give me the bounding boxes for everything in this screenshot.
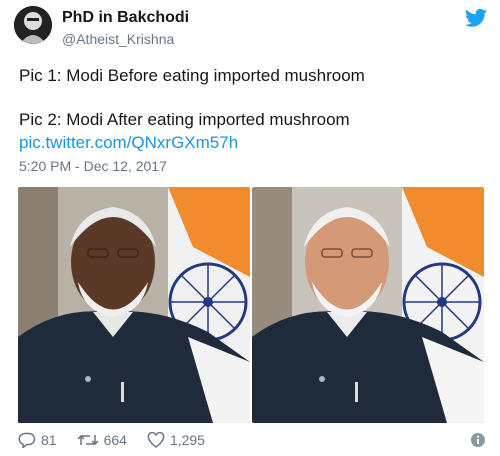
reply-icon	[18, 432, 36, 448]
like-count: 1,295	[169, 432, 205, 448]
retweet-count: 664	[103, 432, 127, 448]
tweet-text-line-1: Pic 1: Modi Before eating imported mushr…	[19, 66, 365, 85]
twitter-bird-icon[interactable]	[465, 8, 487, 28]
retweet-icon	[77, 434, 99, 446]
reply-button[interactable]: 81	[18, 432, 57, 448]
author-name[interactable]: PhD in Bakchodi	[62, 9, 189, 27]
tweet-text-line-2: Pic 2: Modi After eating imported mushro…	[19, 110, 350, 129]
info-icon[interactable]	[470, 432, 486, 448]
author-handle[interactable]: @Atheist_Krishna	[62, 31, 174, 47]
tweet-photo-before[interactable]	[18, 187, 250, 423]
reply-count: 81	[41, 432, 57, 448]
retweet-button[interactable]: 664	[77, 432, 127, 448]
tweet-media-link[interactable]: pic.twitter.com/QNxrGXm57h	[19, 133, 238, 153]
avatar[interactable]	[14, 6, 52, 44]
like-button[interactable]: 1,295	[147, 432, 205, 448]
tweet-photo-after[interactable]	[252, 187, 484, 423]
like-icon	[147, 432, 165, 448]
tweet-card: PhD in Bakchodi @Atheist_Krishna Pic 1: …	[0, 0, 500, 456]
tweet-actions: 81 664 1,295	[18, 430, 225, 450]
tweet-timestamp[interactable]: 5:20 PM - Dec 12, 2017	[19, 158, 167, 174]
